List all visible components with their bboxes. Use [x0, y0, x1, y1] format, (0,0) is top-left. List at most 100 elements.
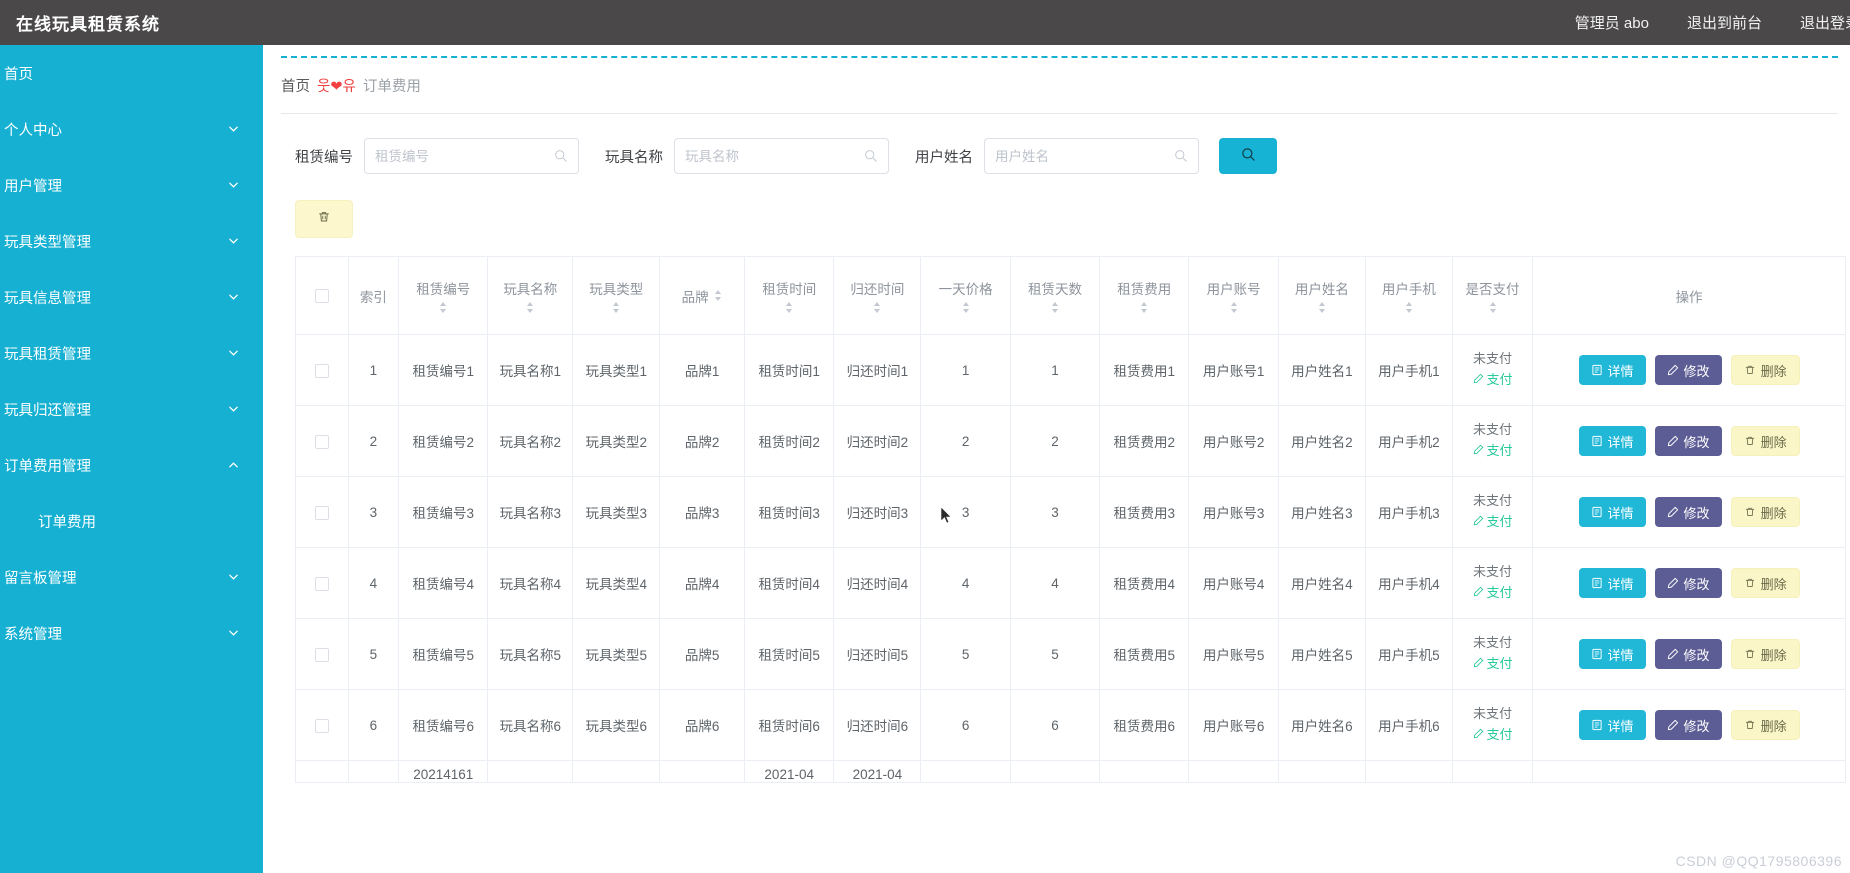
header-user-name[interactable]: 用户姓名 — [1278, 256, 1366, 335]
delete-button[interactable]: 删除 — [1730, 355, 1800, 385]
toy-name-input-wrapper[interactable] — [674, 138, 889, 174]
row-checkbox[interactable] — [314, 434, 329, 449]
table-row[interactable]: 20214161 2021-04 2021-04 — [295, 760, 1846, 783]
sort-icon[interactable] — [438, 301, 448, 314]
sort-icon[interactable] — [784, 301, 794, 314]
sidebar-item-home[interactable]: 首页 — [0, 45, 263, 101]
row-checkbox-cell[interactable] — [295, 476, 349, 548]
row-checkbox[interactable] — [314, 576, 329, 591]
header-toy-type[interactable]: 玩具类型 — [572, 256, 661, 335]
header-logout[interactable]: 退出登录 — [1800, 12, 1850, 33]
breadcrumb-home[interactable]: 首页 — [281, 75, 310, 96]
sort-icon[interactable] — [1229, 301, 1239, 314]
select-all-checkbox[interactable] — [314, 289, 329, 304]
header-return-time[interactable]: 归还时间 — [833, 256, 922, 335]
sort-icon[interactable] — [1139, 301, 1149, 314]
edit-button[interactable]: 修改 — [1654, 355, 1722, 385]
delete-button[interactable]: 删除 — [1730, 568, 1800, 598]
table-row[interactable]: 1 租赁编号1 玩具名称1 玩具类型1 品牌1 租赁时间1 归还时间1 1 1 租赁费用1 用户账号… — [295, 334, 1846, 406]
delete-button[interactable]: 删除 — [1730, 497, 1800, 527]
cell-operations[interactable]: 详情 修改 删除 — [1532, 547, 1846, 619]
sidebar-item-system-management[interactable]: 系统管理 — [0, 605, 263, 661]
header-brand[interactable]: 品牌 — [659, 256, 746, 335]
table-row[interactable]: 6 租赁编号6 玩具名称6 玩具类型6 品牌6 租赁时间6 归还时间6 6 6 租赁费用6 用户账号… — [295, 689, 1846, 761]
cell-operations[interactable]: 详情 修改 删除 — [1532, 476, 1846, 548]
cell-is-paid[interactable]: 未支付 支付 — [1452, 476, 1534, 548]
cell-is-paid[interactable]: 未支付 支付 — [1452, 618, 1534, 690]
sidebar-item-toy-return-management[interactable]: 玩具归还管理 — [0, 381, 263, 437]
row-checkbox-cell[interactable] — [295, 405, 349, 477]
sort-icon[interactable] — [1050, 301, 1060, 314]
cell-operations[interactable]: 详情 修改 删除 — [1532, 618, 1846, 690]
row-checkbox-cell[interactable] — [295, 760, 349, 783]
sidebar-item-message-board-management[interactable]: 留言板管理 — [0, 549, 263, 605]
sort-icon[interactable] — [713, 289, 723, 302]
row-checkbox-cell[interactable] — [295, 618, 349, 690]
detail-button[interactable]: 详情 — [1578, 426, 1646, 456]
sort-icon[interactable] — [611, 301, 621, 314]
cell-is-paid[interactable]: 未支付 支付 — [1452, 405, 1534, 477]
cell-is-paid[interactable]: 未支付 支付 — [1452, 334, 1534, 406]
detail-button[interactable]: 详情 — [1578, 355, 1646, 385]
sidebar-item-user-management[interactable]: 用户管理 — [0, 157, 263, 213]
header-rent-fee[interactable]: 租赁费用 — [1099, 256, 1190, 335]
sort-icon[interactable] — [961, 301, 971, 314]
sidebar-item-toy-rental-management[interactable]: 玩具租赁管理 — [0, 325, 263, 381]
table-row[interactable]: 3 租赁编号3 玩具名称3 玩具类型3 品牌3 租赁时间3 归还时间3 3 3 租赁费用3 用户账号… — [295, 476, 1846, 548]
row-checkbox[interactable] — [314, 647, 329, 662]
cell-operations[interactable] — [1532, 760, 1846, 783]
edit-button[interactable]: 修改 — [1654, 639, 1722, 669]
cell-operations[interactable]: 详情 修改 删除 — [1532, 405, 1846, 477]
header-rent-no[interactable]: 租赁编号 — [398, 256, 489, 335]
pay-link[interactable]: 支付 — [1473, 441, 1513, 461]
rent-no-input[interactable] — [375, 148, 554, 164]
cell-is-paid[interactable]: 未支付 支付 — [1452, 689, 1534, 761]
edit-button[interactable]: 修改 — [1654, 710, 1722, 740]
row-checkbox-cell[interactable] — [295, 689, 349, 761]
pay-link[interactable]: 支付 — [1473, 725, 1513, 745]
header-rent-days[interactable]: 租赁天数 — [1010, 256, 1101, 335]
detail-button[interactable]: 详情 — [1578, 497, 1646, 527]
cell-is-paid[interactable] — [1452, 760, 1534, 783]
pay-link[interactable]: 支付 — [1473, 370, 1513, 390]
sort-icon[interactable] — [525, 301, 535, 314]
header-toy-name[interactable]: 玩具名称 — [487, 256, 574, 335]
header-day-price[interactable]: 一天价格 — [920, 256, 1011, 335]
edit-button[interactable]: 修改 — [1654, 497, 1722, 527]
delete-button[interactable]: 删除 — [1730, 426, 1800, 456]
sidebar-item-toy-info-management[interactable]: 玩具信息管理 — [0, 269, 263, 325]
header-exit-to-front[interactable]: 退出到前台 — [1687, 12, 1762, 33]
toy-name-input[interactable] — [685, 148, 864, 164]
sort-icon[interactable] — [1404, 301, 1414, 314]
sort-icon[interactable] — [1488, 301, 1498, 314]
pay-link[interactable]: 支付 — [1473, 583, 1513, 603]
header-admin-name[interactable]: 管理员 abo — [1575, 12, 1649, 33]
detail-button[interactable]: 详情 — [1578, 710, 1646, 740]
delete-button[interactable]: 删除 — [1730, 639, 1800, 669]
detail-button[interactable]: 详情 — [1578, 568, 1646, 598]
search-button[interactable] — [1219, 138, 1277, 174]
table-row[interactable]: 4 租赁编号4 玩具名称4 玩具类型4 品牌4 租赁时间4 归还时间4 4 4 租赁费用4 用户账号… — [295, 547, 1846, 619]
cell-operations[interactable]: 详情 修改 删除 — [1532, 334, 1846, 406]
rent-no-input-wrapper[interactable] — [364, 138, 579, 174]
table-row[interactable]: 2 租赁编号2 玩具名称2 玩具类型2 品牌2 租赁时间2 归还时间2 2 2 租赁费用2 用户账号… — [295, 405, 1846, 477]
row-checkbox-cell[interactable] — [295, 334, 349, 406]
pay-link[interactable]: 支付 — [1473, 512, 1513, 532]
pay-link[interactable]: 支付 — [1473, 654, 1513, 674]
table-row[interactable]: 5 租赁编号5 玩具名称5 玩具类型5 品牌5 租赁时间5 归还时间5 5 5 租赁费用5 用户账号… — [295, 618, 1846, 690]
row-checkbox[interactable] — [314, 718, 329, 733]
sort-icon[interactable] — [1317, 301, 1327, 314]
edit-button[interactable]: 修改 — [1654, 568, 1722, 598]
header-is-paid[interactable]: 是否支付 — [1452, 256, 1534, 335]
user-name-input[interactable] — [995, 148, 1174, 164]
sidebar-item-personal-center[interactable]: 个人中心 — [0, 101, 263, 157]
header-user-phone[interactable]: 用户手机 — [1365, 256, 1453, 335]
detail-button[interactable]: 详情 — [1578, 639, 1646, 669]
row-checkbox[interactable] — [314, 363, 329, 378]
sidebar-item-order-fee[interactable]: 订单费用 — [0, 493, 263, 549]
edit-button[interactable]: 修改 — [1654, 426, 1722, 456]
sidebar-item-order-fee-management[interactable]: 订单费用管理 — [0, 437, 263, 493]
sidebar-item-toy-type-management[interactable]: 玩具类型管理 — [0, 213, 263, 269]
user-name-input-wrapper[interactable] — [984, 138, 1199, 174]
header-rent-time[interactable]: 租赁时间 — [744, 256, 835, 335]
